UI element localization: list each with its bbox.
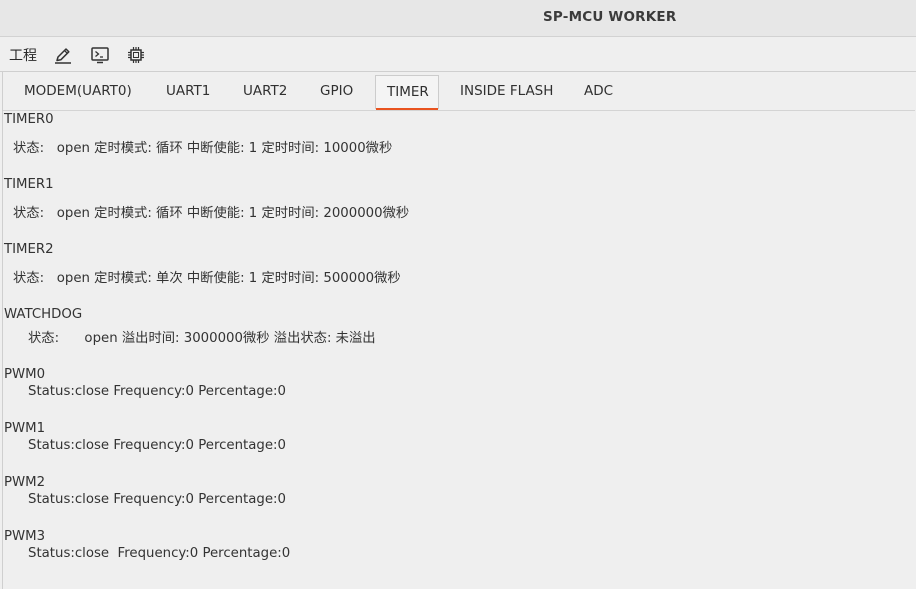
tab-uart2[interactable]: UART2 xyxy=(243,83,287,99)
timer1-details: 状态: open 定时模式: 循环 中断使能: 1 定时时间: 2000000微… xyxy=(13,206,410,221)
watchdog-details: 状态: open 溢出时间: 3000000微秒 溢出状态: 未溢出 xyxy=(28,331,376,346)
pwm0-details: Status:close Frequency:0 Percentage:0 xyxy=(28,384,286,399)
toolbar: 工程 xyxy=(0,37,916,72)
watchdog-heading: WATCHDOG xyxy=(4,307,83,322)
active-tab-indicator xyxy=(376,108,438,110)
window-title: SP-MCU WORKER xyxy=(543,9,677,25)
pwm2-details: Status:close Frequency:0 Percentage:0 xyxy=(28,492,286,507)
tab-modem-uart0[interactable]: MODEM(UART0) xyxy=(24,83,132,99)
tab-timer-label: TIMER xyxy=(387,84,429,100)
pwm0-heading: PWM0 xyxy=(4,367,46,382)
timer0-details: 状态: open 定时模式: 循环 中断使能: 1 定时时间: 10000微秒 xyxy=(13,141,393,156)
tab-inside-flash[interactable]: INSIDE FLASH xyxy=(460,83,553,99)
pwm3-heading: PWM3 xyxy=(4,529,46,544)
tab-timer[interactable]: TIMER xyxy=(375,75,439,110)
tab-bar: MODEM(UART0) UART1 UART2 GPIO TIMER INSI… xyxy=(3,72,915,111)
title-bar: SP-MCU WORKER xyxy=(0,0,916,37)
tab-adc[interactable]: ADC xyxy=(584,83,613,99)
chip-icon[interactable] xyxy=(126,45,146,65)
project-menu[interactable]: 工程 xyxy=(9,45,37,65)
pwm2-heading: PWM2 xyxy=(4,475,46,490)
pencil-icon[interactable] xyxy=(53,45,73,65)
timer0-heading: TIMER0 xyxy=(4,112,54,127)
timer1-heading: TIMER1 xyxy=(4,177,54,192)
pwm1-details: Status:close Frequency:0 Percentage:0 xyxy=(28,438,286,453)
timer2-details: 状态: open 定时模式: 单次 中断使能: 1 定时时间: 500000微秒 xyxy=(13,271,401,286)
terminal-icon[interactable] xyxy=(90,45,110,65)
tab-uart1[interactable]: UART1 xyxy=(166,83,210,99)
timer2-heading: TIMER2 xyxy=(4,242,54,257)
pwm1-heading: PWM1 xyxy=(4,421,46,436)
main-panel: MODEM(UART0) UART1 UART2 GPIO TIMER INSI… xyxy=(2,72,915,589)
pwm3-details: Status:close Frequency:0 Percentage:0 xyxy=(28,546,291,561)
tab-gpio[interactable]: GPIO xyxy=(320,83,353,99)
